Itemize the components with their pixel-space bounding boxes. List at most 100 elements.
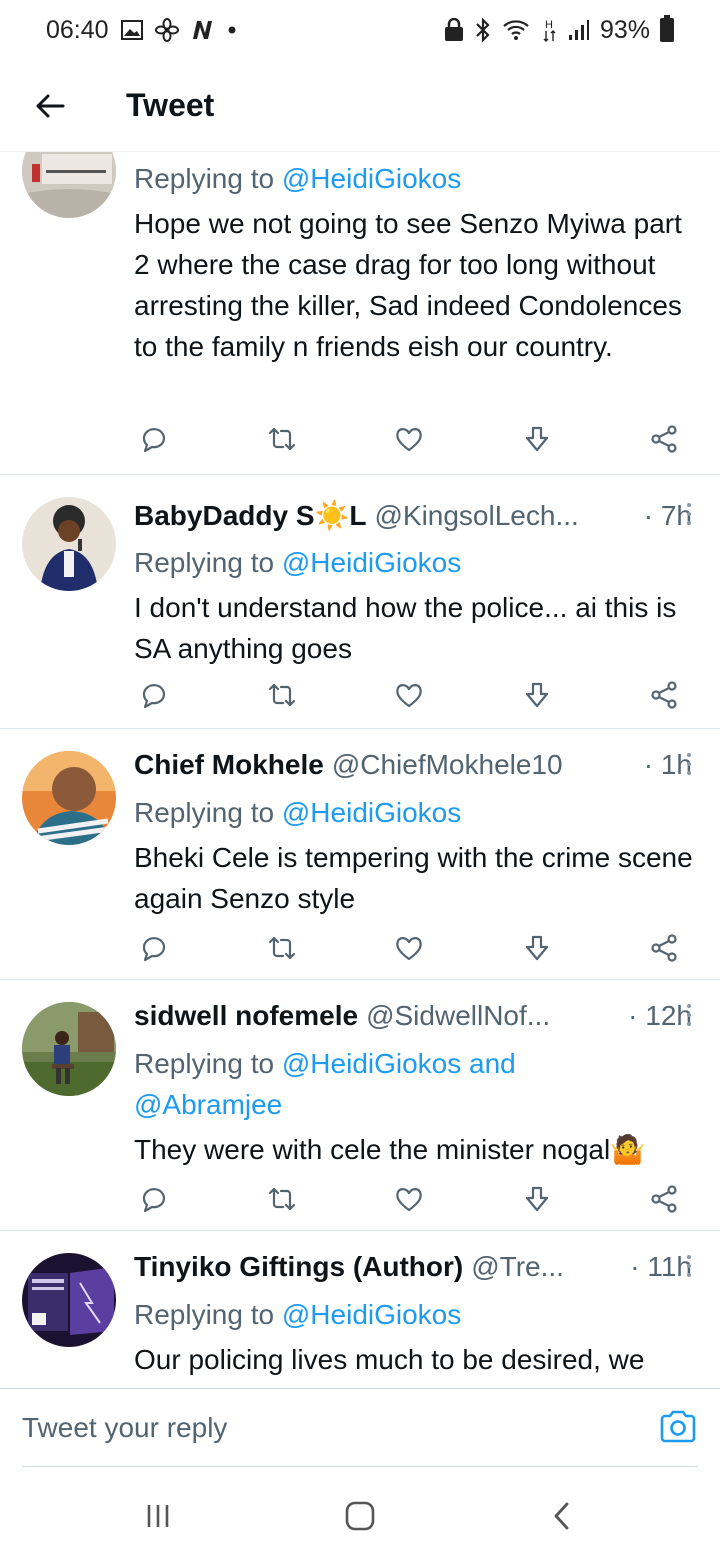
avatar[interactable] <box>22 751 116 845</box>
more-options-icon[interactable] <box>686 1004 692 1026</box>
timestamp: · 1h <box>643 749 692 780</box>
composer-divider <box>22 1466 698 1467</box>
reply-button[interactable] <box>134 1179 174 1219</box>
more-options-icon[interactable] <box>686 753 692 775</box>
avatar[interactable] <box>22 1253 116 1347</box>
share-icon <box>651 681 677 709</box>
download-button[interactable] <box>517 675 557 715</box>
mention-link[interactable]: @HeidiGiokos <box>282 547 461 578</box>
replying-to: Replying to @HeidiGiokos <box>134 547 462 578</box>
retweet-button[interactable] <box>262 675 302 715</box>
retweet-button[interactable] <box>262 928 302 968</box>
retweet-icon <box>268 427 296 451</box>
tweet-actions <box>134 1179 694 1219</box>
retweet-button[interactable] <box>262 419 302 459</box>
mention-link[interactable]: @HeidiGiokos and <box>282 1048 516 1079</box>
reply-button[interactable] <box>134 675 174 715</box>
tweet-text: I don't understand how the police... ai … <box>134 592 677 664</box>
svg-text:H: H <box>545 19 553 31</box>
reply-icon <box>142 937 166 962</box>
bluetooth-icon <box>474 17 492 43</box>
reply-icon <box>142 1188 166 1213</box>
retweet-icon <box>268 683 296 707</box>
news-app-icon <box>191 19 215 41</box>
wifi-icon <box>502 18 532 42</box>
nav-back-button[interactable] <box>540 1494 584 1538</box>
camera-button[interactable] <box>658 1407 698 1447</box>
fan-icon <box>154 18 179 42</box>
like-icon <box>396 1188 422 1212</box>
back-icon <box>554 1502 569 1530</box>
display-name[interactable]: sidwell nofemele <box>134 1000 358 1032</box>
download-icon <box>525 935 549 961</box>
share-icon <box>651 934 677 962</box>
gallery-icon <box>120 20 143 40</box>
tweet-actions <box>134 419 694 459</box>
home-icon <box>345 1501 375 1531</box>
display-name[interactable]: BabyDaddy S☀️L <box>134 499 366 532</box>
share-button[interactable] <box>644 419 684 459</box>
display-name[interactable]: Tinyiko Giftings (Author) <box>134 1251 463 1283</box>
tweet-header: Chief Mokhele @ChiefMokhele10 · 1h <box>134 749 692 781</box>
download-button[interactable] <box>517 928 557 968</box>
retweet-icon <box>268 936 296 960</box>
signal-icon <box>568 19 590 41</box>
status-bar: 06:40 H 93% <box>0 0 720 60</box>
lock-icon <box>444 18 464 42</box>
reply-input[interactable] <box>22 1403 632 1453</box>
back-arrow-icon <box>36 94 65 117</box>
reply-composer <box>0 1388 720 1468</box>
replying-to: Replying to @HeidiGiokos <box>134 1299 462 1330</box>
share-icon <box>651 1185 677 1213</box>
more-options-icon[interactable] <box>686 503 692 525</box>
tweet-actions <box>134 928 694 968</box>
tweet-actions <box>134 675 694 715</box>
timestamp: · 12h <box>628 1000 692 1031</box>
reply-button[interactable] <box>134 419 174 459</box>
tweet-item[interactable]: BabyDaddy S☀️L @KingsolLech... · 7h Repl… <box>0 475 720 729</box>
dot-icon <box>227 25 237 35</box>
mention-link[interactable]: @HeidiGiokos <box>282 163 461 194</box>
mention-link[interactable]: @HeidiGiokos <box>282 797 461 828</box>
recents-button[interactable] <box>136 1494 180 1538</box>
battery-percent: 93% <box>599 15 650 44</box>
timestamp: · 11h <box>630 1251 692 1282</box>
download-icon <box>525 426 549 452</box>
avatar[interactable] <box>22 497 116 591</box>
like-button[interactable] <box>389 675 429 715</box>
user-handle[interactable]: @KingsolLech... <box>374 500 578 532</box>
share-button[interactable] <box>644 1179 684 1219</box>
share-button[interactable] <box>644 675 684 715</box>
avatar[interactable] <box>22 1002 116 1096</box>
replying-to: Replying to @HeidiGiokos and @Abramjee <box>134 1048 516 1120</box>
retweet-button[interactable] <box>262 1179 302 1219</box>
user-handle[interactable]: @ChiefMokhele10 <box>332 749 563 781</box>
tweet-item[interactable]: Tinyiko Giftings (Author) @Tre... · 11h … <box>0 1231 720 1388</box>
avatar[interactable] <box>22 152 116 218</box>
download-button[interactable] <box>517 419 557 459</box>
like-button[interactable] <box>389 419 429 459</box>
share-button[interactable] <box>644 928 684 968</box>
mention-link[interactable]: @Abramjee <box>134 1089 282 1120</box>
tweet-item[interactable]: sidwell nofemele @SidwellNof... · 12h Re… <box>0 980 720 1231</box>
like-button[interactable] <box>389 928 429 968</box>
mention-link[interactable]: @HeidiGiokos <box>282 1299 461 1330</box>
tweet-header: sidwell nofemele @SidwellNof... · 12h <box>134 1000 692 1032</box>
tweet-text: They were with cele the minister nogal🤷 <box>134 1134 646 1165</box>
page-title: Tweet <box>126 87 215 123</box>
reply-button[interactable] <box>134 928 174 968</box>
user-handle[interactable]: @Tre... <box>471 1251 564 1283</box>
home-button[interactable] <box>338 1494 382 1538</box>
display-name[interactable]: Chief Mokhele <box>134 749 324 781</box>
like-icon <box>396 428 422 452</box>
download-button[interactable] <box>517 1179 557 1219</box>
download-icon <box>525 1186 549 1212</box>
tweet-item[interactable]: Chief Mokhele @ChiefMokhele10 · 1h Reply… <box>0 729 720 980</box>
more-options-icon[interactable] <box>686 1255 692 1277</box>
tweet-item[interactable]: Replying to @HeidiGiokos Hope we not goi… <box>0 152 720 475</box>
like-icon <box>396 937 422 961</box>
user-handle[interactable]: @SidwellNof... <box>366 1000 550 1032</box>
like-button[interactable] <box>389 1179 429 1219</box>
reply-feed[interactable]: Replying to @HeidiGiokos Hope we not goi… <box>0 152 720 1388</box>
back-button[interactable] <box>0 60 100 152</box>
